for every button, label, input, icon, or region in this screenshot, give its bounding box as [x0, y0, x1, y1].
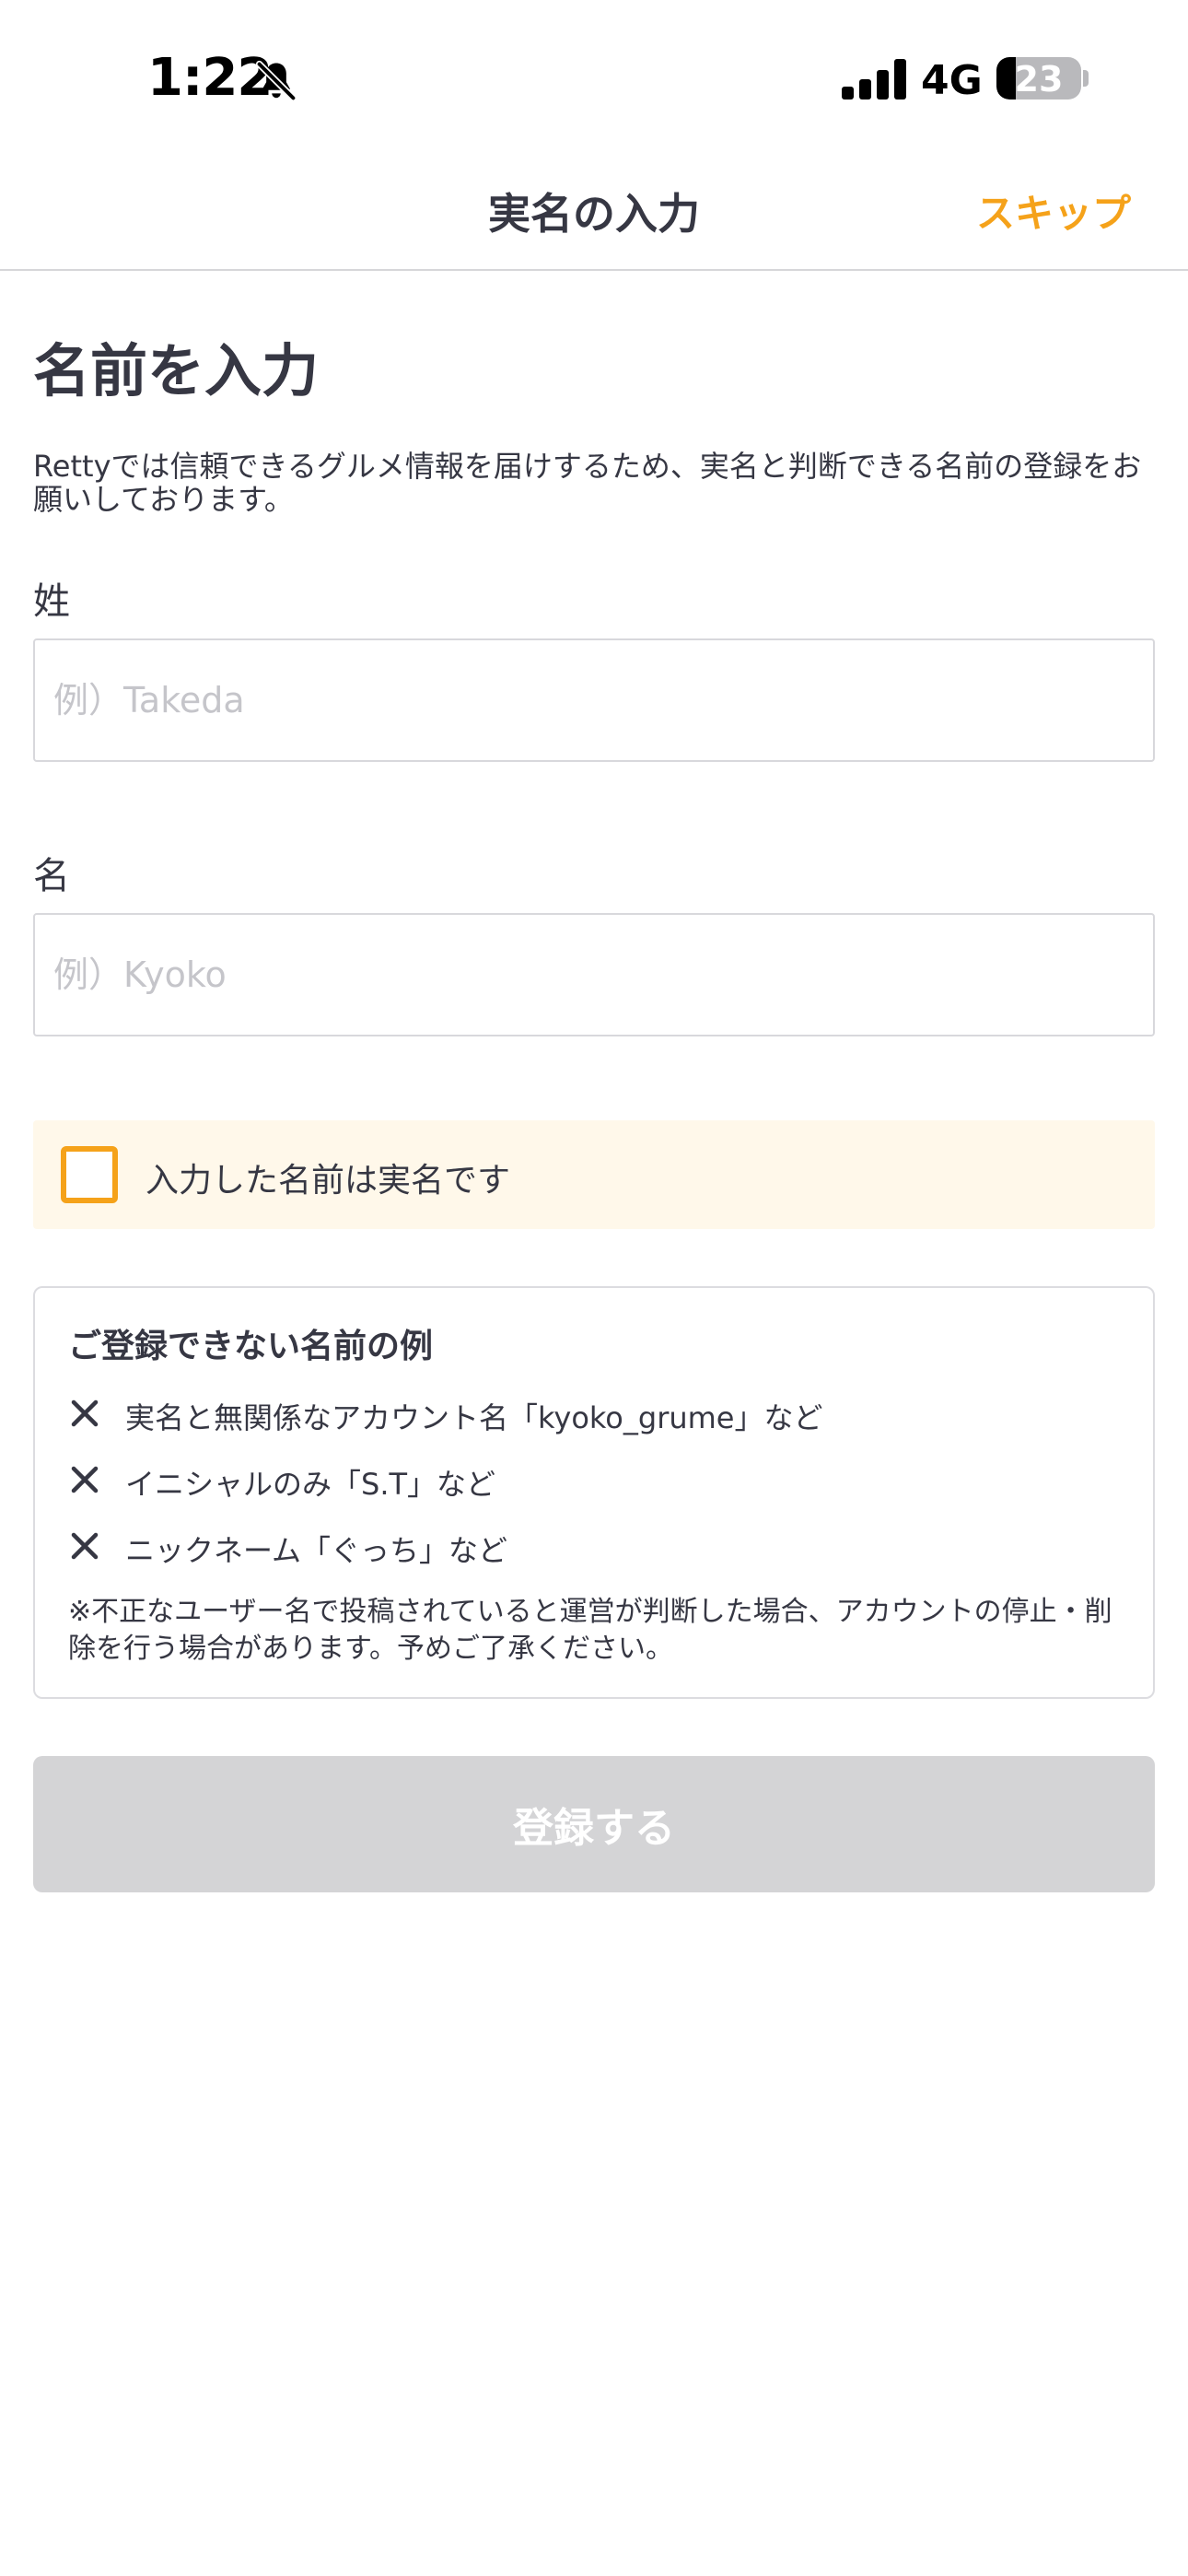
section-heading: 名前を入力: [33, 337, 320, 404]
bell-slash-icon: [255, 60, 297, 102]
network-type: 4G: [921, 57, 983, 104]
example-text: ニックネーム「ぐっち」など: [125, 1533, 508, 1568]
nav-bar: 実名の入力 スキップ: [0, 157, 1188, 271]
battery-percent: 23: [1014, 59, 1064, 100]
first-name-label: 名: [33, 855, 70, 897]
close-icon: [71, 1532, 99, 1560]
skip-button[interactable]: スキップ: [976, 182, 1131, 239]
examples-title: ご登録できない名前の例: [68, 1328, 434, 1365]
signal-icon: [842, 59, 906, 100]
screen: 1:22 4G 23 実名の入力 スキップ 名前を入力 Rettyでは信頼できる…: [0, 0, 1188, 2576]
last-name-input[interactable]: [33, 638, 1155, 762]
real-name-checkbox[interactable]: [61, 1146, 118, 1203]
examples-note: ※不正なユーザー名で投稿されていると運営が判断した場合、アカウントの停止・削除を…: [68, 1596, 1112, 1665]
battery-tip: [1083, 70, 1089, 87]
invalid-name-examples: ご登録できない名前の例 実名と無関係なアカウント名「kyoko_grume」など…: [33, 1286, 1155, 1699]
example-text: 実名と無関係なアカウント名「kyoko_grume」など: [125, 1400, 823, 1435]
status-bar: 1:22 4G 23: [0, 0, 1188, 157]
close-icon: [71, 1399, 99, 1427]
real-name-confirm-label: 入力した名前は実名です: [146, 1162, 511, 1200]
register-button[interactable]: 登録する: [33, 1756, 1155, 1892]
last-name-label: 姓: [33, 580, 70, 623]
battery-icon: 23: [996, 57, 1081, 100]
description-text: Rettyでは信頼できるグルメ情報を届けするため、実名と判断できる名前の登録をお…: [33, 449, 1142, 517]
first-name-input[interactable]: [33, 913, 1155, 1036]
example-text: イニシャルのみ「S.T」など: [125, 1467, 496, 1502]
close-icon: [71, 1466, 99, 1493]
real-name-confirm-row[interactable]: 入力した名前は実名です: [33, 1120, 1155, 1229]
